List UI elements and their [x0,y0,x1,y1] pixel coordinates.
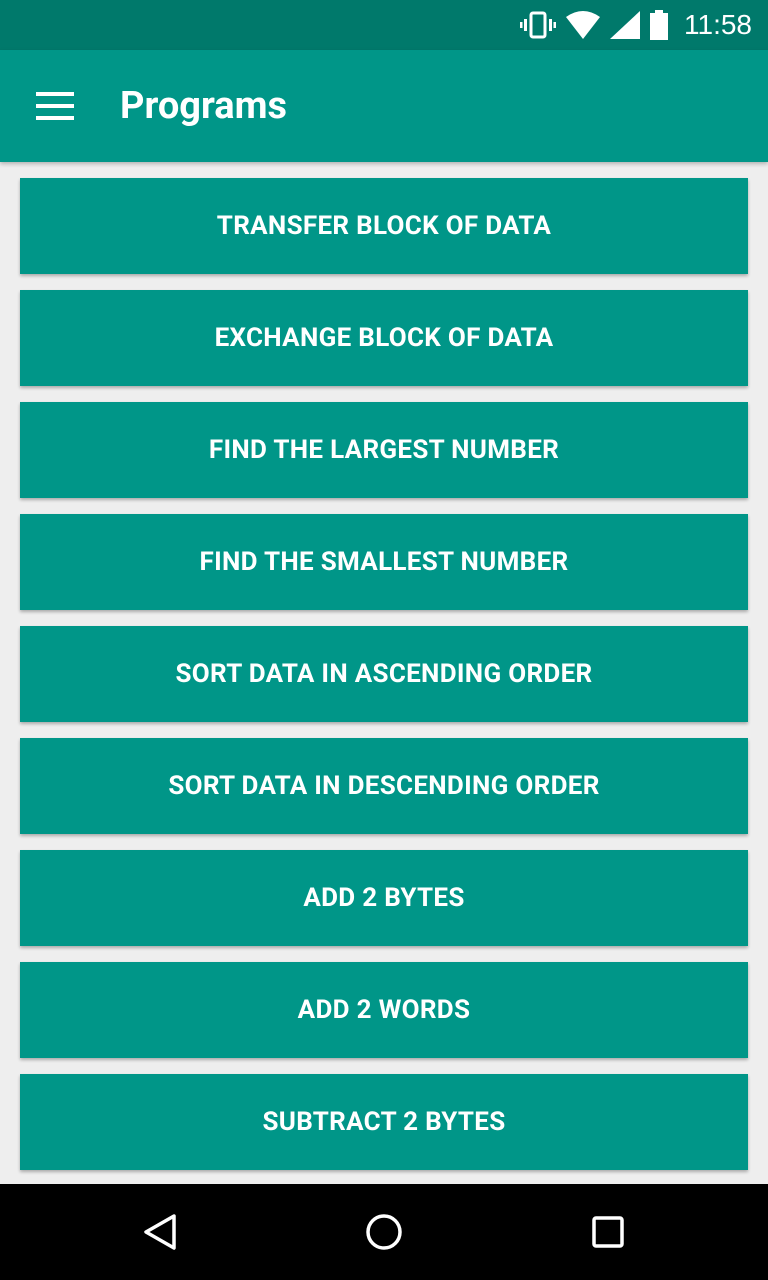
recents-icon[interactable] [586,1210,630,1254]
program-button-transfer-block[interactable]: TRANSFER BLOCK OF DATA [20,178,748,274]
program-button-add-2-bytes[interactable]: ADD 2 BYTES [20,850,748,946]
program-button-find-smallest[interactable]: FIND THE SMALLEST NUMBER [20,514,748,610]
program-button-sort-descending[interactable]: SORT DATA IN DESCENDING ORDER [20,738,748,834]
status-time: 11:58 [684,9,752,40]
page-title: Programs [120,84,288,128]
home-icon[interactable] [362,1210,406,1254]
program-list: TRANSFER BLOCK OF DATA EXCHANGE BLOCK OF… [20,178,748,1186]
navigation-bar [0,1184,768,1280]
hamburger-menu-icon[interactable] [36,92,76,120]
status-icons: 11:58 [520,0,752,50]
app-bar: Programs [0,50,768,162]
signal-icon [610,11,640,39]
back-icon[interactable] [138,1210,182,1254]
program-button-add-2-words[interactable]: ADD 2 WORDS [20,962,748,1058]
wifi-icon [566,11,600,39]
program-button-exchange-block[interactable]: EXCHANGE BLOCK OF DATA [20,290,748,386]
program-button-find-largest[interactable]: FIND THE LARGEST NUMBER [20,402,748,498]
battery-icon [650,10,668,40]
status-bar: 11:58 [0,0,768,50]
vibrate-icon [520,11,556,39]
program-button-sort-ascending[interactable]: SORT DATA IN ASCENDING ORDER [20,626,748,722]
program-button-subtract-2-bytes[interactable]: SUBTRACT 2 BYTES [20,1074,748,1170]
